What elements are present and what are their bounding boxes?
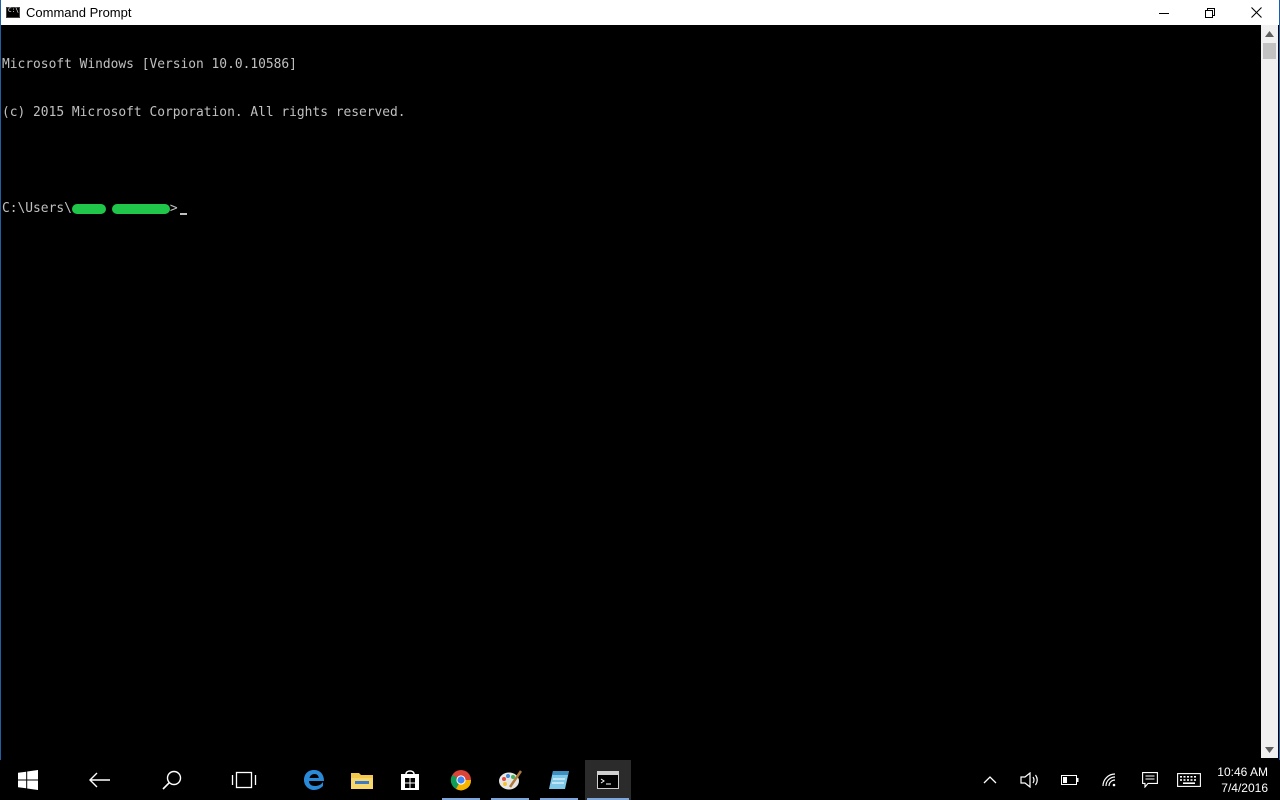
scroll-up-button[interactable] <box>1261 25 1278 42</box>
scroll-up-icon <box>1265 30 1274 37</box>
action-center-button[interactable] <box>1134 760 1166 800</box>
taskbar-clock[interactable]: 10:46 AM 7/4/2016 <box>1217 764 1268 796</box>
clock-time: 10:46 AM <box>1217 765 1268 779</box>
volume-button[interactable] <box>1014 760 1046 800</box>
keyboard-icon <box>1177 773 1201 787</box>
clock-date: 7/4/2016 <box>1221 781 1268 795</box>
window-title: Command Prompt <box>26 5 132 20</box>
scroll-down-icon <box>1265 746 1274 753</box>
console-line: Microsoft Windows [Version 10.0.10586] <box>2 57 297 72</box>
back-arrow-icon <box>89 772 110 788</box>
prompt-path: C:\Users\ <box>2 201 72 216</box>
edge-icon <box>304 770 324 790</box>
search-icon <box>162 770 182 790</box>
show-hidden-icons-button[interactable] <box>976 760 1004 800</box>
paint-icon <box>499 770 522 790</box>
vertical-scrollbar[interactable] <box>1261 25 1278 758</box>
folder-icon <box>351 773 373 789</box>
notepad-button[interactable] <box>538 760 580 800</box>
redacted-username <box>71 203 106 214</box>
command-prompt-window: Command Prompt Microsoft Windows [Versio… <box>0 0 1280 760</box>
restore-icon <box>1205 7 1215 18</box>
prompt-suffix: > <box>169 201 178 216</box>
text-cursor <box>179 213 187 215</box>
window-controls <box>1141 0 1279 25</box>
start-button[interactable] <box>0 760 56 800</box>
volume-icon <box>1020 772 1038 788</box>
wifi-icon <box>1102 773 1116 787</box>
close-icon <box>1250 7 1262 18</box>
minimize-button[interactable] <box>1141 0 1187 25</box>
chrome-button[interactable] <box>440 760 482 800</box>
console-line: (c) 2015 Microsoft Corporation. All righ… <box>2 105 406 120</box>
file-explorer-button[interactable] <box>338 760 386 800</box>
redacted-username <box>111 203 170 214</box>
prompt-line: C:\Users\ > <box>2 201 1262 217</box>
network-button[interactable] <box>1094 760 1126 800</box>
search-button[interactable] <box>148 760 196 800</box>
cmd-icon[interactable] <box>6 6 20 18</box>
title-bar[interactable]: Command Prompt <box>1 0 1279 25</box>
task-view-icon <box>231 771 257 789</box>
minimize-icon <box>1159 12 1169 14</box>
store-button[interactable] <box>386 760 434 800</box>
console-output[interactable]: Microsoft Windows [Version 10.0.10586] (… <box>2 25 1262 758</box>
battery-button[interactable] <box>1054 760 1086 800</box>
cmd-button[interactable] <box>585 760 631 800</box>
back-button[interactable] <box>76 760 124 800</box>
battery-icon <box>1061 775 1079 785</box>
edge-button[interactable] <box>290 760 338 800</box>
chevron-up-icon <box>983 776 997 784</box>
scroll-thumb[interactable] <box>1263 43 1276 59</box>
restore-button[interactable] <box>1187 0 1233 25</box>
task-view-button[interactable] <box>220 760 268 800</box>
windows-logo-icon <box>18 770 38 790</box>
touch-keyboard-button[interactable] <box>1172 760 1206 800</box>
close-button[interactable] <box>1233 0 1279 25</box>
store-icon <box>401 770 419 790</box>
chrome-icon <box>450 770 472 791</box>
paint-button[interactable] <box>489 760 531 800</box>
taskbar: 10:46 AM 7/4/2016 <box>0 760 1280 800</box>
action-center-icon <box>1142 772 1158 788</box>
cmd-icon <box>597 771 619 789</box>
scroll-down-button[interactable] <box>1261 741 1278 758</box>
notepad-icon <box>549 771 569 789</box>
